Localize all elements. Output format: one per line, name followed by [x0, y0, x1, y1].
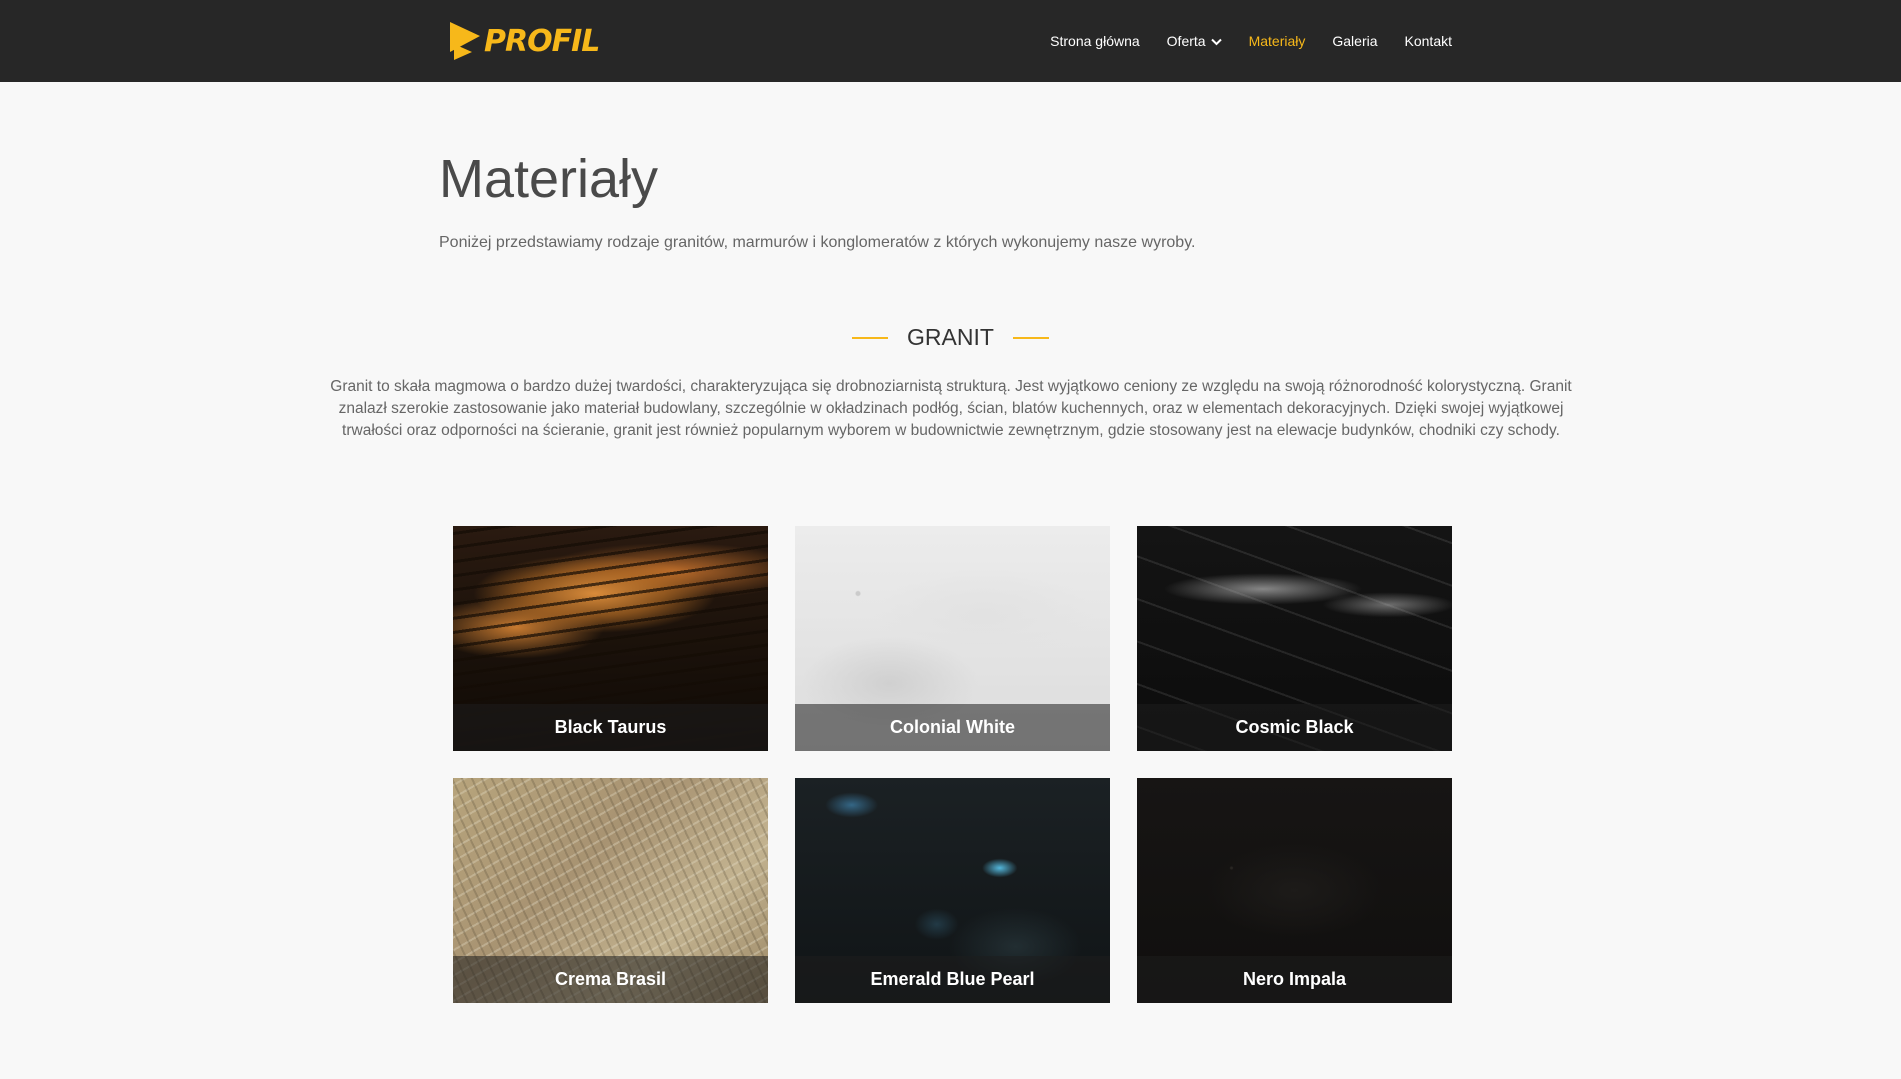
material-name: Nero Impala	[1242, 969, 1347, 989]
material-caption: Colonial White	[795, 704, 1110, 751]
material-name: Colonial White	[890, 717, 1015, 737]
material-caption: Nero Impala	[1137, 956, 1452, 1003]
material-name: Black Taurus	[554, 717, 667, 737]
logo-mark-icon	[450, 22, 480, 60]
material-caption: Crema Brasil	[453, 956, 768, 1003]
nav-item-oferta-label: Oferta	[1166, 33, 1206, 49]
navbar: PROFIL Strona główna Oferta Materiały Ga…	[0, 0, 1901, 82]
section-heading: GRANIT	[0, 324, 1901, 351]
section-description: Granit to skała magmowa o bardzo dużej t…	[330, 378, 1572, 439]
chevron-down-icon	[1210, 33, 1222, 49]
material-tile[interactable]: Black Taurus	[453, 526, 768, 751]
material-name: Cosmic Black	[1235, 717, 1354, 737]
page-title: Materiały	[439, 149, 659, 209]
material-tile[interactable]: Nero Impala	[1137, 778, 1452, 1003]
nav-item-oferta[interactable]: Oferta	[1167, 33, 1222, 49]
section-title: GRANIT	[907, 324, 994, 350]
heading-line-left	[852, 336, 889, 339]
material-tile[interactable]: Crema Brasil	[453, 778, 768, 1003]
main-nav: Strona główna Oferta Materiały Galeria K…	[1023, 0, 1452, 82]
brand-logo[interactable]: PROFIL	[450, 20, 600, 62]
material-name: Emerald Blue Pearl	[870, 969, 1035, 989]
brand-name: PROFIL	[484, 23, 600, 59]
material-caption: Cosmic Black	[1137, 704, 1452, 751]
heading-line-right	[1012, 336, 1049, 339]
material-caption: Emerald Blue Pearl	[795, 956, 1110, 1003]
page-intro: Poniżej przedstawiamy rodzaje granitów, …	[439, 234, 1196, 251]
nav-item-galeria[interactable]: Galeria	[1332, 33, 1377, 49]
material-tile[interactable]: Cosmic Black	[1137, 526, 1452, 751]
material-tile[interactable]: Colonial White	[795, 526, 1110, 751]
nav-item-home[interactable]: Strona główna	[1050, 33, 1140, 49]
nav-item-materialy[interactable]: Materiały	[1249, 33, 1306, 49]
material-tile[interactable]: Emerald Blue Pearl	[795, 778, 1110, 1003]
nav-item-kontakt[interactable]: Kontakt	[1405, 33, 1452, 49]
material-name: Crema Brasil	[554, 969, 667, 989]
material-caption: Black Taurus	[453, 704, 768, 751]
